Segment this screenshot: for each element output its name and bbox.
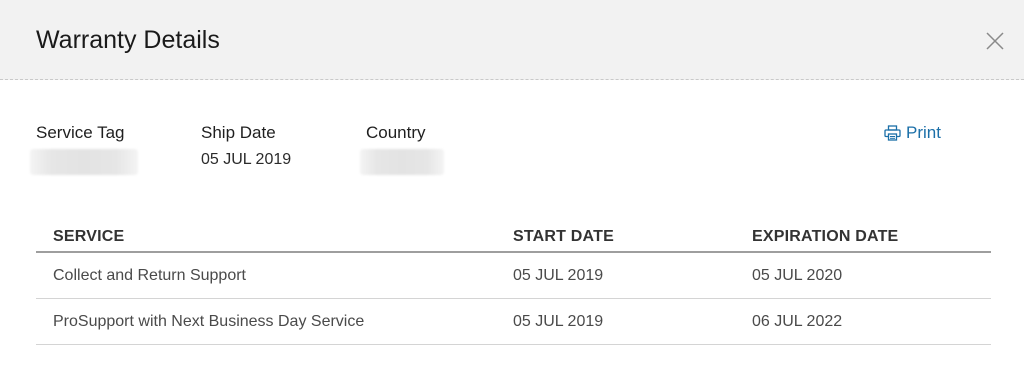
close-icon bbox=[986, 32, 1004, 50]
warranty-table: SERVICE START DATE EXPIRATION DATE Colle… bbox=[36, 222, 991, 345]
ship-date-value: 05 JUL 2019 bbox=[201, 151, 292, 168]
close-button[interactable] bbox=[984, 30, 1006, 52]
table-row: Collect and Return Support 05 JUL 2019 0… bbox=[36, 253, 991, 299]
service-tag-value-redacted bbox=[30, 149, 138, 175]
start-date-cell: 05 JUL 2019 bbox=[513, 313, 604, 330]
print-label: Print bbox=[906, 123, 941, 142]
start-date-cell: 05 JUL 2019 bbox=[513, 267, 604, 284]
column-header-expiration-date: EXPIRATION DATE bbox=[752, 228, 899, 245]
service-tag-label: Service Tag bbox=[36, 123, 125, 142]
expiration-date-cell: 05 JUL 2020 bbox=[752, 267, 843, 284]
column-header-service: SERVICE bbox=[53, 228, 125, 245]
warranty-details-dialog: Warranty Details Service Tag Ship Date 0… bbox=[0, 0, 1024, 384]
print-link[interactable]: Print bbox=[884, 122, 941, 144]
service-cell: ProSupport with Next Business Day Servic… bbox=[53, 313, 365, 330]
dialog-title: Warranty Details bbox=[36, 26, 220, 54]
service-cell: Collect and Return Support bbox=[53, 267, 246, 284]
country-label: Country bbox=[366, 123, 426, 142]
ship-date-label: Ship Date bbox=[201, 123, 276, 142]
dialog-header: Warranty Details bbox=[0, 0, 1024, 80]
country-value-redacted bbox=[360, 149, 444, 175]
expiration-date-cell: 06 JUL 2022 bbox=[752, 313, 843, 330]
column-header-start-date: START DATE bbox=[513, 228, 614, 245]
printer-icon bbox=[884, 125, 901, 141]
table-header: SERVICE START DATE EXPIRATION DATE bbox=[36, 222, 991, 253]
table-row: ProSupport with Next Business Day Servic… bbox=[36, 299, 991, 345]
